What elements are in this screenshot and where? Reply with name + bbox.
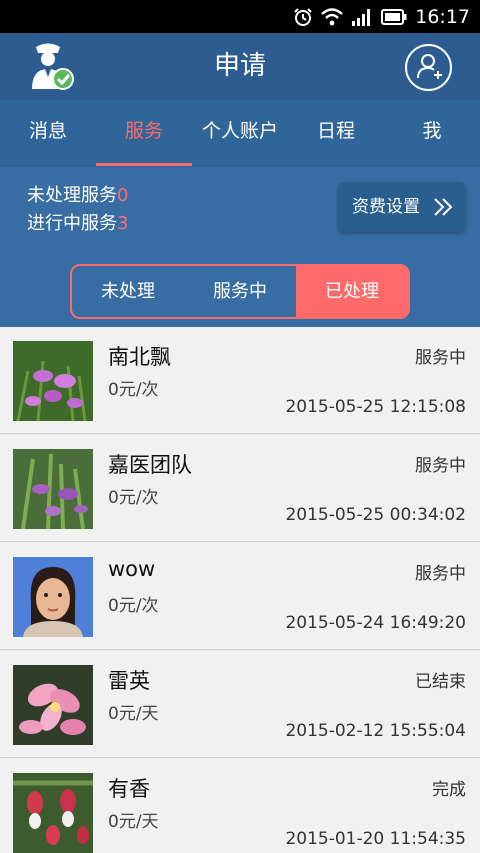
service-list: 南北飘 0元/次 服务中 2015-05-25 12:15:08 嘉医团队 0元… <box>0 327 480 853</box>
item-name: 南北飘 <box>108 345 171 369</box>
app-header: 申请 <box>0 33 480 100</box>
double-chevron-right-icon <box>434 198 453 216</box>
item-status: 完成 <box>432 780 466 800</box>
avatar <box>13 557 93 637</box>
item-price: 0元/次 <box>108 488 159 508</box>
tab-me[interactable]: 我 <box>384 100 480 167</box>
item-price: 0元/次 <box>108 380 159 400</box>
fee-settings-label: 资费设置 <box>352 197 420 217</box>
avatar <box>13 665 93 745</box>
in-progress-services-count: 3 <box>117 213 129 234</box>
battery-icon <box>381 9 407 25</box>
tab-messages[interactable]: 消息 <box>0 100 96 167</box>
list-item[interactable]: 嘉医团队 0元/次 服务中 2015-05-25 00:34:02 <box>0 435 480 542</box>
status-segment-control: 未处理 服务中 已处理 <box>70 264 410 319</box>
add-user-icon <box>417 54 442 79</box>
list-item[interactable]: 雷英 0元/天 已结束 2015-02-12 15:55:04 <box>0 651 480 758</box>
avatar <box>13 773 93 853</box>
avatar <box>13 341 93 421</box>
item-name: 有香 <box>108 777 150 801</box>
tab-personal-account[interactable]: 个人账户 <box>192 100 288 167</box>
item-name: wow <box>108 557 156 581</box>
pending-services-label: 未处理服务 <box>27 185 117 206</box>
item-status: 服务中 <box>415 456 466 476</box>
list-item[interactable]: 有香 0元/天 完成 2015-01-20 11:54:35 <box>0 759 480 853</box>
segment-processed[interactable]: 已处理 <box>296 266 408 317</box>
item-status: 已结束 <box>415 672 466 692</box>
pending-services-line: 未处理服务0 <box>27 181 128 207</box>
list-item[interactable]: 南北飘 0元/次 服务中 2015-05-25 12:15:08 <box>0 327 480 434</box>
item-time: 2015-02-12 15:55:04 <box>285 721 466 741</box>
clock-time: 16:17 <box>415 6 470 28</box>
signal-icon <box>352 9 371 26</box>
item-status: 服务中 <box>415 348 466 368</box>
item-price: 0元/次 <box>108 596 159 616</box>
item-time: 2015-05-25 00:34:02 <box>285 505 466 525</box>
fee-settings-button[interactable]: 资费设置 <box>338 182 466 232</box>
in-progress-services-line: 进行中服务3 <box>27 209 128 235</box>
tab-services[interactable]: 服务 <box>96 100 192 167</box>
service-summary: 未处理服务0 进行中服务3 资费设置 未处理 服务中 已处理 <box>0 167 480 327</box>
segment-unprocessed[interactable]: 未处理 <box>72 266 184 317</box>
tab-schedule[interactable]: 日程 <box>288 100 384 167</box>
item-time: 2015-05-25 12:15:08 <box>285 397 466 417</box>
item-time: 2015-01-20 11:54:35 <box>285 829 466 849</box>
alarm-icon <box>294 8 312 26</box>
item-price: 0元/天 <box>108 704 159 724</box>
in-progress-services-label: 进行中服务 <box>27 213 117 234</box>
add-user-button[interactable] <box>405 44 452 91</box>
item-name: 嘉医团队 <box>108 453 192 477</box>
item-time: 2015-05-24 16:49:20 <box>285 613 466 633</box>
item-name: 雷英 <box>108 669 150 693</box>
wifi-icon <box>321 8 344 26</box>
segment-in-service[interactable]: 服务中 <box>184 266 296 317</box>
item-price: 0元/天 <box>108 812 159 832</box>
avatar <box>13 449 93 529</box>
pending-services-count: 0 <box>117 185 129 206</box>
status-bar: 16:17 <box>0 0 480 33</box>
item-status: 服务中 <box>415 564 466 584</box>
list-item[interactable]: wow 0元/次 服务中 2015-05-24 16:49:20 <box>0 543 480 650</box>
main-tabs: 消息 服务 个人账户 日程 我 <box>0 100 480 167</box>
status-icons: 16:17 <box>293 6 470 28</box>
